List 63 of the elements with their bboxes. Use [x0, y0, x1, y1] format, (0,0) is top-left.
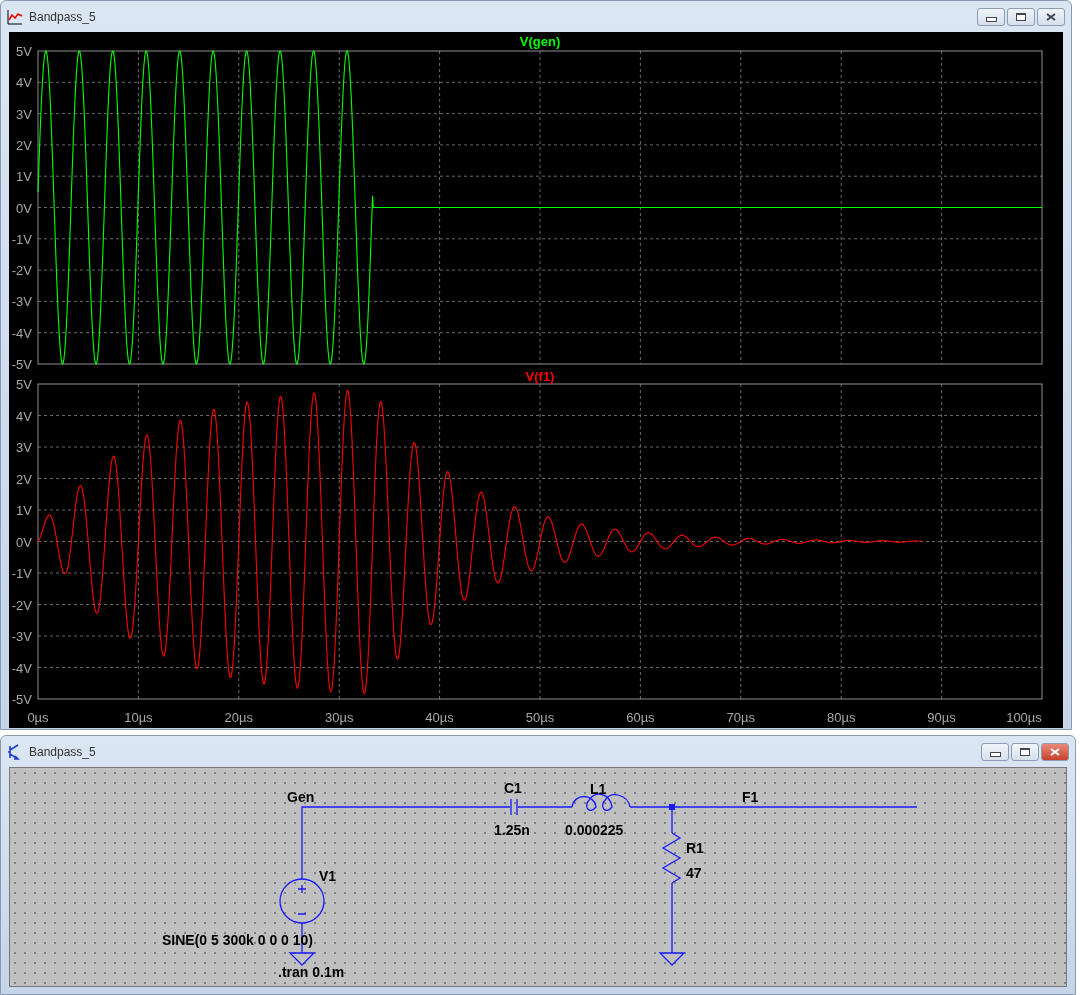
- component-name: R1: [686, 840, 704, 856]
- close-icon: [1050, 747, 1060, 756]
- ground-symbol: [288, 952, 316, 966]
- y-tick-label: 2V: [16, 471, 32, 487]
- ground-symbol: [658, 952, 686, 966]
- x-tick-label: 0µs: [27, 710, 49, 725]
- component-value: 1.25n: [494, 822, 530, 838]
- x-tick-label: 70µs: [726, 710, 756, 725]
- y-tick-label: 0V: [16, 534, 32, 550]
- component-name: V1: [319, 868, 337, 884]
- y-tick-label: -4V: [11, 660, 32, 676]
- y-tick-label: 0V: [16, 200, 32, 216]
- minimize-button[interactable]: [977, 7, 1005, 26]
- x-tick-label: 30µs: [324, 710, 354, 725]
- resistor-symbol: [661, 832, 682, 884]
- y-tick-label: 1V: [16, 169, 32, 185]
- x-tick-label: 100µs: [1006, 710, 1042, 725]
- component-value: 0.000225: [565, 822, 624, 838]
- x-tick-label: 50µs: [525, 710, 555, 725]
- close-icon: [1046, 12, 1056, 21]
- wire: [517, 806, 573, 808]
- x-tick-label: 90µs: [927, 710, 956, 725]
- y-tick-label: -2V: [11, 263, 32, 279]
- y-tick-label: 1V: [16, 503, 32, 518]
- y-tick-label: -5V: [11, 692, 32, 707]
- net-label: Gen: [287, 789, 315, 805]
- window-title: Bandpass_5: [29, 9, 96, 24]
- chart-icon: [7, 8, 23, 25]
- y-tick-label: -1V: [11, 231, 32, 247]
- x-tick-label: 20µs: [224, 710, 254, 725]
- capacitor-symbol: [510, 798, 518, 816]
- x-tick-label: 80µs: [826, 710, 856, 725]
- trace-label: V(gen): [519, 34, 561, 49]
- trace-label: V(f1): [525, 369, 555, 384]
- y-tick-label: -3V: [11, 629, 32, 644]
- component-value: 47: [686, 865, 702, 881]
- close-button[interactable]: [1037, 7, 1065, 26]
- y-tick-label: 3V: [16, 106, 32, 122]
- inductor-symbol: [571, 793, 631, 811]
- y-tick-label: 3V: [16, 440, 32, 455]
- maximize-button[interactable]: [1007, 7, 1035, 26]
- x-tick-label: 60µs: [626, 710, 655, 725]
- y-tick-label: 4V: [16, 75, 32, 91]
- y-tick-label: 5V: [16, 44, 32, 59]
- window-title: Bandpass_5: [29, 744, 96, 759]
- y-tick-label: -5V: [11, 357, 32, 372]
- x-tick-label: 40µs: [425, 710, 454, 725]
- component-name: L1: [590, 781, 607, 797]
- minimize-button[interactable]: [981, 742, 1009, 761]
- y-tick-label: 5V: [16, 377, 32, 392]
- close-button[interactable]: [1041, 742, 1069, 761]
- component-name: C1: [504, 780, 522, 796]
- spice-directive: .tran 0.1m: [278, 964, 345, 980]
- net-label: F1: [742, 789, 759, 805]
- x-tick-label: 10µs: [124, 710, 153, 725]
- y-tick-label: -1V: [11, 566, 32, 581]
- transistor-icon: [7, 743, 23, 760]
- y-tick-label: 2V: [16, 137, 32, 153]
- y-tick-label: -4V: [11, 325, 32, 341]
- y-tick-label: 4V: [16, 408, 32, 424]
- y-tick-label: -2V: [11, 597, 32, 613]
- y-tick-label: -3V: [11, 294, 32, 310]
- maximize-button[interactable]: [1011, 742, 1039, 761]
